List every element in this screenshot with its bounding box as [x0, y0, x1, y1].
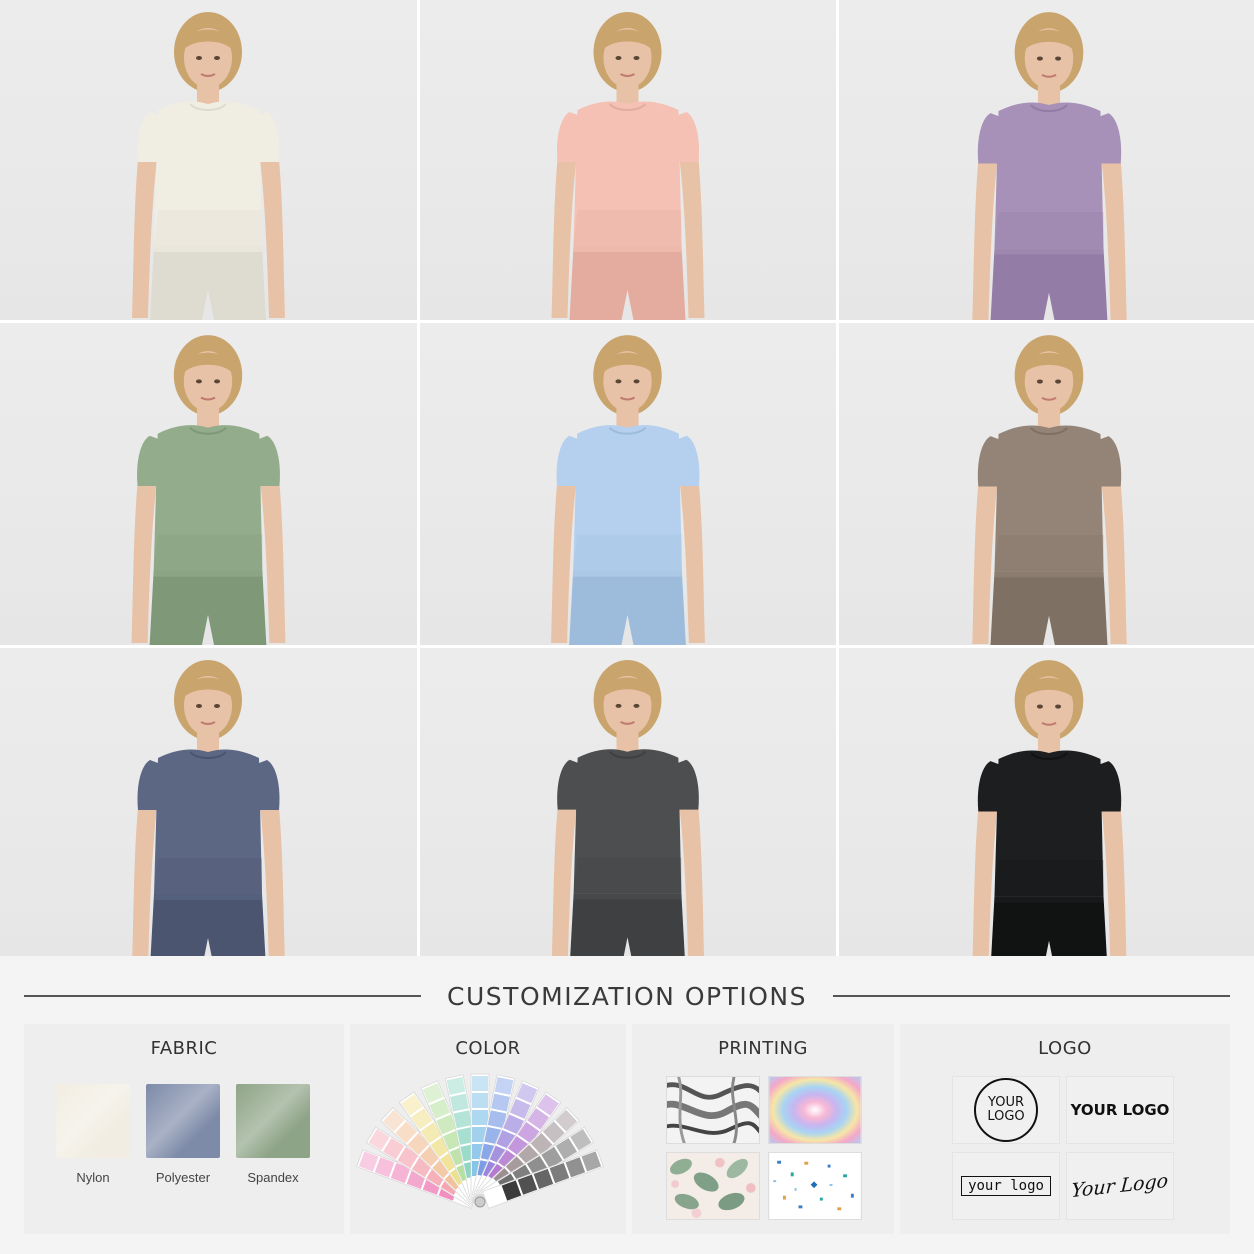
customization-section: CUSTOMIZATION OPTIONS FABRIC Nylon Polye… — [0, 956, 1254, 1254]
product-variant-photo[interactable] — [420, 0, 836, 320]
fabric-title: FABRIC — [150, 1038, 218, 1059]
fabric-list: Nylon Polyester Spandex — [56, 1084, 310, 1185]
floral-pattern-icon — [667, 1153, 759, 1219]
terrazzo-print[interactable] — [768, 1152, 862, 1220]
bold-logo-text: YOUR LOGO — [1070, 1101, 1170, 1119]
circle-logo-line2: LOGO — [987, 1109, 1025, 1124]
logo-options: YOUR LOGO YOUR LOGO your logo Your Logo — [952, 1076, 1174, 1220]
customization-heading: CUSTOMIZATION OPTIONS — [447, 981, 807, 1011]
fabric-label: Nylon — [76, 1170, 110, 1185]
product-variant-photo[interactable] — [0, 648, 417, 962]
floral-print[interactable] — [666, 1152, 760, 1220]
model-figure — [551, 335, 705, 645]
fabric-option-nylon[interactable]: Nylon — [56, 1084, 130, 1185]
script-logo-text: Your Logo — [1070, 1169, 1170, 1203]
terrazzo-pattern-icon — [769, 1153, 861, 1219]
model-figure — [551, 12, 705, 320]
color-panel: COLOR — [350, 1024, 626, 1234]
heading-divider-right — [832, 995, 1231, 997]
model-figure — [972, 12, 1127, 320]
product-variant-photo[interactable] — [839, 648, 1254, 962]
product-variant-photo[interactable] — [0, 0, 417, 320]
color-fan-icon — [356, 1073, 604, 1209]
nylon-swatch — [56, 1084, 130, 1158]
logo-panel: LOGO YOUR LOGO YOUR LOGO your logo Your … — [900, 1024, 1230, 1234]
logo-option-script[interactable]: Your Logo — [1066, 1152, 1174, 1220]
model-figure — [132, 12, 285, 320]
fabric-option-polyester[interactable]: Polyester — [146, 1084, 220, 1185]
spandex-swatch — [236, 1084, 310, 1158]
boxed-logo-text: your logo — [961, 1176, 1051, 1196]
logo-option-boxed[interactable]: your logo — [952, 1152, 1060, 1220]
marble-pattern-icon — [667, 1077, 759, 1143]
fabric-panel: FABRIC Nylon Polyester Spandex — [24, 1024, 344, 1234]
heading-divider-left — [24, 995, 422, 997]
product-variant-photo[interactable] — [420, 323, 836, 645]
product-variant-photo[interactable] — [839, 323, 1254, 645]
circle-logo-line1: YOUR — [987, 1095, 1024, 1110]
product-variant-photo[interactable] — [420, 648, 836, 962]
logo-title: LOGO — [1038, 1038, 1092, 1059]
circle-logo: YOUR LOGO — [974, 1078, 1038, 1142]
tie-dye-pattern-icon — [769, 1077, 861, 1143]
model-figure — [972, 335, 1127, 645]
logo-option-bold[interactable]: YOUR LOGO — [1066, 1076, 1174, 1144]
tie-dye-print[interactable] — [768, 1076, 862, 1144]
fabric-label: Spandex — [247, 1170, 299, 1185]
polyester-swatch — [146, 1084, 220, 1158]
product-photo-grid — [0, 0, 1254, 962]
model-figure — [132, 660, 285, 962]
customization-heading-row: CUSTOMIZATION OPTIONS — [24, 978, 1231, 1014]
printing-panel: PRINTING — [632, 1024, 894, 1234]
printing-title: PRINTING — [718, 1038, 808, 1059]
logo-option-circle[interactable]: YOUR LOGO — [952, 1076, 1060, 1144]
printing-options — [666, 1076, 862, 1220]
product-variant-photo[interactable] — [839, 0, 1254, 320]
model-figure — [551, 659, 705, 962]
model-figure — [131, 335, 286, 645]
fabric-option-spandex[interactable]: Spandex — [236, 1084, 310, 1185]
product-variant-photo[interactable] — [0, 323, 417, 645]
fabric-label: Polyester — [155, 1170, 211, 1185]
model-figure — [972, 660, 1127, 962]
marble-print[interactable] — [666, 1076, 760, 1144]
fan-pivot-icon — [474, 1196, 486, 1208]
